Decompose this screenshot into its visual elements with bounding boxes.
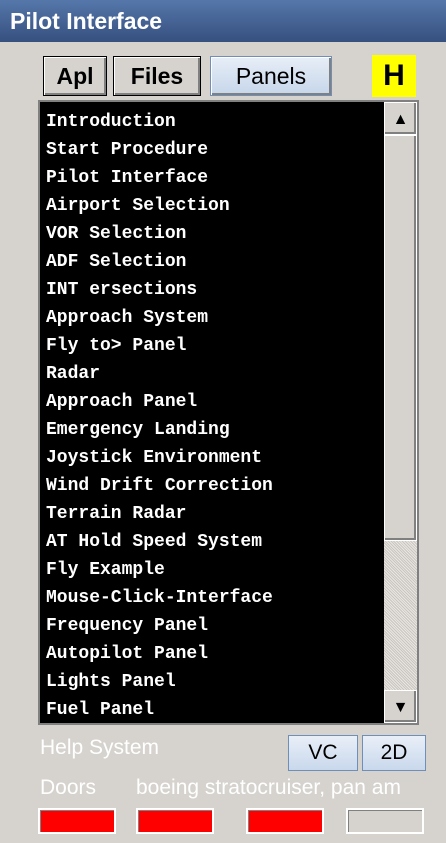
list-item[interactable]: Pilot Interface bbox=[46, 164, 376, 192]
scroll-up-button[interactable]: ▲ bbox=[384, 102, 417, 135]
list-item[interactable]: VOR Selection bbox=[46, 220, 376, 248]
list-item[interactable]: Autopilot Panel bbox=[46, 640, 376, 668]
indicator-2[interactable] bbox=[136, 808, 214, 834]
scroll-thumb[interactable] bbox=[384, 135, 417, 541]
topic-list: Introduction Start Procedure Pilot Interfa… bbox=[46, 108, 376, 724]
list-item[interactable]: Fly Example bbox=[46, 556, 376, 584]
list-item[interactable]: Mouse-Click-Interface bbox=[46, 584, 376, 612]
aircraft-label: boeing stratocruiser, pan am bbox=[136, 776, 401, 799]
list-item[interactable]: Fly to> Panel bbox=[46, 332, 376, 360]
list-item[interactable]: Emergency Landing bbox=[46, 416, 376, 444]
help-system-label: Help System bbox=[40, 736, 160, 759]
list-item[interactable]: Joystick Environment bbox=[46, 444, 376, 472]
2d-button[interactable]: 2D bbox=[362, 735, 426, 771]
tab-apl[interactable]: Apl bbox=[43, 56, 107, 96]
list-item[interactable]: Start Procedure bbox=[46, 136, 376, 164]
tab-panels[interactable]: Panels bbox=[210, 56, 332, 96]
scroll-down-button[interactable]: ▼ bbox=[384, 690, 417, 723]
list-item[interactable]: Frequency Panel bbox=[46, 612, 376, 640]
list-item[interactable]: AT Hold Speed System bbox=[46, 528, 376, 556]
topic-listbox[interactable]: Introduction Start Procedure Pilot Interfa… bbox=[38, 100, 419, 725]
list-item[interactable]: Radar bbox=[46, 360, 376, 388]
list-item[interactable]: Airport Selection bbox=[46, 192, 376, 220]
arrow-down-icon: ▼ bbox=[392, 699, 409, 716]
window-title: Pilot Interface bbox=[0, 0, 446, 42]
indicator-3[interactable] bbox=[246, 808, 324, 834]
arrow-up-icon: ▲ bbox=[392, 111, 409, 128]
list-item[interactable]: Terrain Radar bbox=[46, 500, 376, 528]
list-item[interactable]: Introduction bbox=[46, 108, 376, 136]
list-scrollbar[interactable]: ▲ ▼ bbox=[384, 102, 417, 723]
list-item[interactable]: Fuel Panel bbox=[46, 696, 376, 724]
indicator-1[interactable] bbox=[38, 808, 116, 834]
vc-button[interactable]: VC bbox=[288, 735, 358, 771]
list-item[interactable]: Approach System bbox=[46, 304, 376, 332]
doors-label: Doors bbox=[40, 776, 97, 799]
tab-files[interactable]: Files bbox=[113, 56, 201, 96]
list-item[interactable]: Wind Drift Correction bbox=[46, 472, 376, 500]
list-item[interactable]: INT ersections bbox=[46, 276, 376, 304]
help-h-button[interactable]: H bbox=[372, 55, 416, 97]
indicator-4[interactable] bbox=[346, 808, 424, 834]
list-item[interactable]: Approach Panel bbox=[46, 388, 376, 416]
list-item[interactable]: ADF Selection bbox=[46, 248, 376, 276]
list-item[interactable]: Lights Panel bbox=[46, 668, 376, 696]
